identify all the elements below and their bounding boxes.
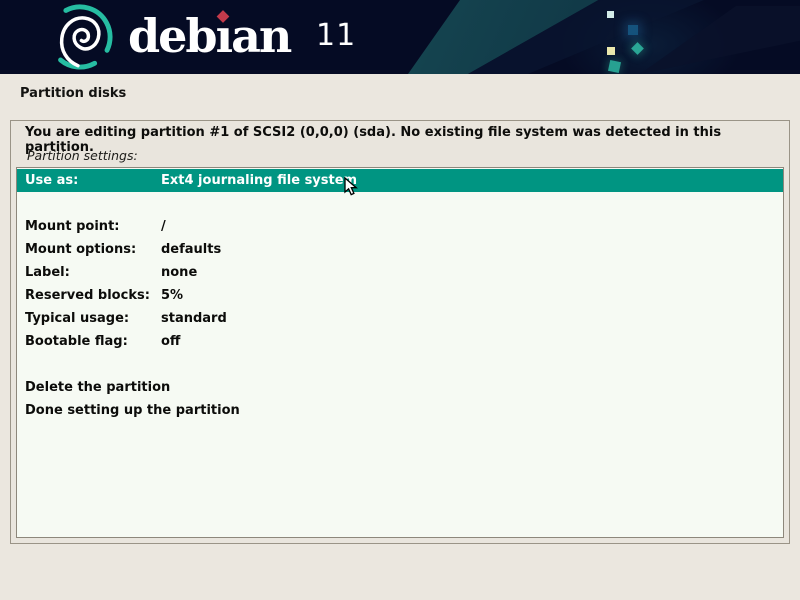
- list-item[interactable]: Reserved blocks: 5%: [17, 284, 783, 307]
- header-deco-square-teal: [608, 60, 621, 73]
- partition-settings-label: Partition settings:: [27, 148, 138, 163]
- list-item-value: defaults: [161, 238, 221, 261]
- list-item-label: Mount options:: [25, 242, 136, 257]
- installer-page: Partition disks You are editing partitio…: [0, 74, 800, 600]
- list-item[interactable]: Delete the partition: [17, 376, 783, 399]
- list-item-value: 5%: [161, 284, 183, 307]
- debian-swirl-logo: [44, 2, 116, 72]
- brand-text-pre: deb: [128, 9, 216, 63]
- list-item-value: off: [161, 330, 180, 353]
- mouse-cursor: [344, 177, 360, 197]
- list-item-value: standard: [161, 307, 227, 330]
- partition-settings-list[interactable]: Use as: Ext4 journaling file system Mount …: [16, 167, 784, 538]
- list-item[interactable]: Bootable flag: off: [17, 330, 783, 353]
- list-item-label: Delete the partition: [25, 380, 170, 395]
- brand-text-post: an: [231, 9, 290, 63]
- debian-version: 11: [316, 18, 356, 53]
- list-item: [17, 192, 783, 215]
- list-item-label: Typical usage:: [25, 311, 129, 326]
- list-item[interactable]: Mount point: /: [17, 215, 783, 238]
- list-item[interactable]: Done setting up the partition: [17, 399, 783, 422]
- debian-wordmark: debıan: [128, 8, 290, 64]
- header-deco-square-white: [607, 11, 614, 18]
- list-item[interactable]: Typical usage: standard: [17, 307, 783, 330]
- list-item-label: Bootable flag:: [25, 334, 128, 349]
- list-item-value: none: [161, 261, 197, 284]
- list-item-label: Use as:: [25, 173, 78, 188]
- list-item-label: Mount point:: [25, 219, 119, 234]
- list-item-value: Ext4 journaling file system: [161, 169, 357, 192]
- list-item-label: Done setting up the partition: [25, 403, 240, 418]
- list-item[interactable]: Label: none: [17, 261, 783, 284]
- partition-edit-panel: You are editing partition #1 of SCSI2 (0…: [10, 120, 790, 544]
- list-item[interactable]: Mount options: defaults: [17, 238, 783, 261]
- list-item: [17, 353, 783, 376]
- list-item-value: /: [161, 215, 166, 238]
- page-title: Partition disks: [20, 86, 126, 101]
- brand-letter-i: ı: [216, 8, 231, 64]
- question-text: You are editing partition #1 of SCSI2 (0…: [25, 125, 780, 155]
- list-item-label: Label:: [25, 265, 70, 280]
- header-deco-square-blue: [628, 25, 638, 35]
- header-deco-square-yellow: [607, 47, 615, 55]
- list-item-label: Reserved blocks:: [25, 288, 150, 303]
- list-item[interactable]: Use as: Ext4 journaling file system: [17, 169, 783, 192]
- header-banner: debıan 11: [0, 0, 800, 74]
